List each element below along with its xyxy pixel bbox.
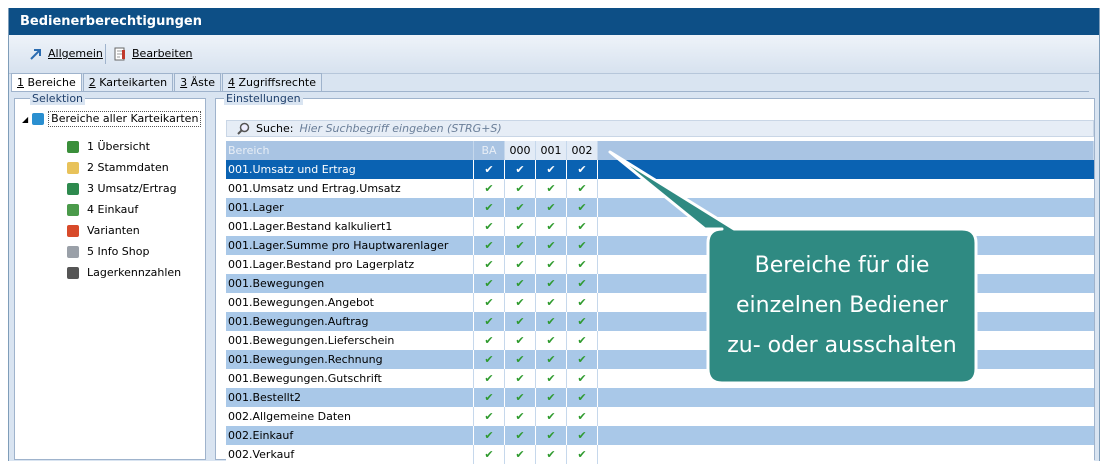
callout-line-3: zu- oder ausschalten — [727, 333, 957, 358]
callout-line-1: Bereiche für die — [754, 253, 930, 278]
callout-text: Bereiche für die einzelnen Bediener zu- … — [708, 229, 976, 383]
callout-line-2: einzelnen Bediener — [736, 293, 948, 318]
